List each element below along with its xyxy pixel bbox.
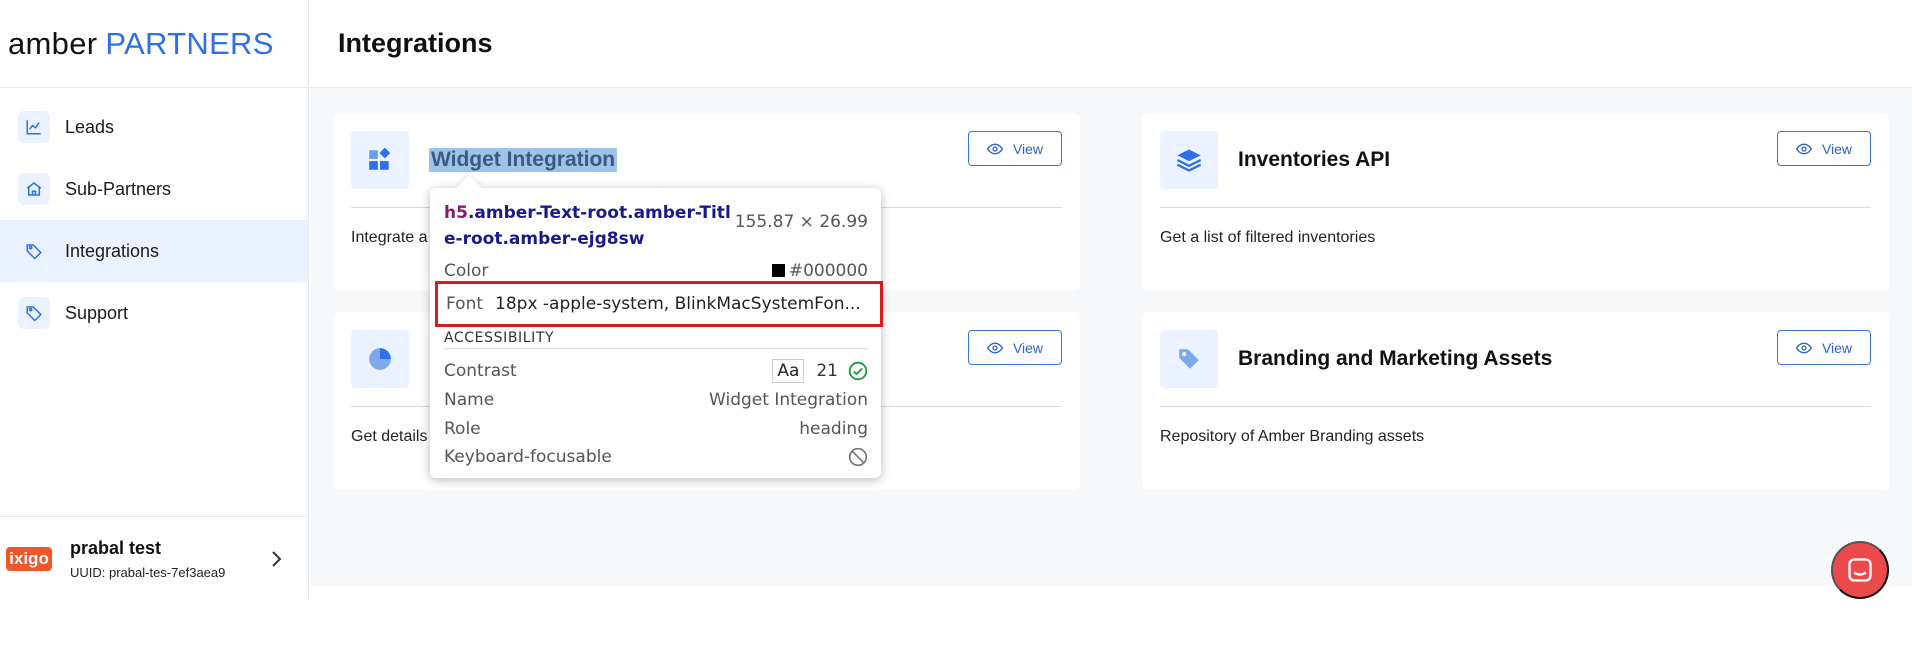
selector-line-1: .amber-Text-root.amber-Titl — [467, 203, 731, 223]
color-value-wrap: #000000 — [771, 261, 868, 281]
card-header: Widget Integration View — [351, 131, 1062, 189]
name-row: Name Widget Integration — [444, 387, 868, 413]
contrast-sample: Aa — [772, 359, 805, 383]
sidebar-item-support[interactable]: Support — [0, 282, 308, 344]
price-tag-icon — [1160, 330, 1218, 388]
brand-name-secondary: PARTNERS — [105, 25, 274, 61]
pie-chart-icon — [351, 330, 409, 388]
contrast-label: Contrast — [444, 361, 517, 381]
partner-logo: ixigo — [6, 546, 52, 571]
card-description: Repository of Amber Branding assets — [1160, 428, 1425, 445]
view-button-label: View — [1821, 140, 1853, 157]
element-size: 155.87 × 26.99 — [734, 212, 868, 232]
keyboard-row: Keyboard-focusable — [444, 444, 868, 470]
widget-grid-icon — [351, 131, 409, 189]
view-button[interactable]: View — [1777, 131, 1871, 166]
card-description: Get a list of filtered inventories — [1160, 229, 1376, 246]
element-selector: h5.amber-Text-root.amber-Titl e-root.amb… — [444, 200, 744, 252]
card-title: Widget Integration — [429, 148, 618, 172]
contrast-value-wrap: Aa 21 — [772, 359, 868, 383]
view-button-label: View — [1012, 339, 1044, 356]
home-icon — [18, 173, 50, 205]
keyboard-label: Keyboard-focusable — [444, 447, 612, 467]
sidebar-item-label: Leads — [65, 116, 115, 137]
card-title: Branding and Marketing Assets — [1238, 347, 1553, 370]
tag-icon — [18, 235, 50, 267]
user-name: prabal test — [70, 537, 162, 558]
font-label: Font — [446, 294, 484, 314]
chevron-right-icon[interactable] — [261, 544, 291, 574]
card-divider — [1160, 406, 1871, 407]
sidebar-item-label: Support — [65, 302, 129, 323]
view-button[interactable]: View — [1777, 330, 1871, 365]
name-value: Widget Integration — [709, 390, 868, 410]
accessibility-section-title: ACCESSIBILITY — [444, 330, 555, 346]
sidebar-item-label: Sub-Partners — [65, 178, 172, 199]
page-header: Integrations — [310, 0, 1912, 88]
layers-icon — [1160, 131, 1218, 189]
view-button[interactable]: View — [968, 330, 1062, 365]
sidebar: amber PARTNERS Leads Sub-Partners Integr… — [0, 0, 309, 600]
card-title: Inventories API — [1238, 148, 1391, 171]
sidebar-nav: Leads Sub-Partners Integrations Support — [0, 88, 308, 344]
sidebar-item-integrations[interactable]: Integrations — [0, 220, 308, 282]
user-uuid: UUID: prabal-tes-7ef3aea9 — [70, 564, 226, 580]
card-branding-marketing-assets: Branding and Marketing Assets View Repos… — [1142, 312, 1889, 490]
user-profile[interactable]: ixigo prabal test UUID: prabal-tes-7ef3a… — [0, 516, 309, 600]
view-button-label: View — [1821, 339, 1853, 356]
card-header: Branding and Marketing Assets View — [1160, 330, 1871, 388]
sidebar-item-label: Integrations — [65, 240, 160, 261]
contrast-ratio: 21 — [816, 361, 838, 381]
section-divider — [444, 348, 868, 349]
sidebar-item-leads[interactable]: Leads — [0, 96, 308, 158]
view-button[interactable]: View — [968, 131, 1062, 166]
check-circle-icon — [848, 361, 868, 381]
card-description: Get details — [351, 428, 428, 445]
card-inventories-api: Inventories API View Get a list of filte… — [1142, 113, 1889, 291]
not-allowed-icon — [848, 447, 868, 467]
selector-line-2: e-root.amber-ejg8sw — [444, 229, 645, 249]
color-swatch — [771, 264, 785, 277]
chat-icon — [1848, 558, 1872, 582]
user-info: prabal test UUID: prabal-tes-7ef3aea9 — [70, 538, 261, 580]
tag-icon — [18, 297, 50, 329]
color-value: #000000 — [788, 261, 868, 281]
view-button-label: View — [1012, 140, 1044, 157]
card-description: Integrate a — [351, 229, 428, 246]
element-tag: h5 — [444, 203, 468, 223]
color-label: Color — [444, 261, 489, 281]
contrast-row: Contrast Aa 21 — [444, 358, 868, 384]
role-row: Role heading — [444, 416, 868, 442]
card-header: Inventories API View — [1160, 131, 1871, 189]
brand-name-primary: amber — [8, 25, 98, 61]
font-value: 18px -apple-system, BlinkMacSystemFon... — [495, 294, 861, 314]
brand-logo[interactable]: amber PARTNERS — [0, 0, 308, 88]
role-label: Role — [444, 419, 481, 439]
chat-support-button[interactable] — [1831, 541, 1889, 599]
inspector-tooltip: h5.amber-Text-root.amber-Titl e-root.amb… — [430, 175, 883, 478]
page-title: Integrations — [338, 28, 493, 58]
name-label: Name — [444, 390, 495, 410]
chart-line-icon — [18, 111, 50, 143]
role-value: heading — [799, 419, 868, 439]
card-divider — [1160, 207, 1871, 208]
sidebar-item-sub-partners[interactable]: Sub-Partners — [0, 158, 308, 220]
font-row-highlight: Font 18px -apple-system, BlinkMacSystemF… — [435, 281, 883, 327]
